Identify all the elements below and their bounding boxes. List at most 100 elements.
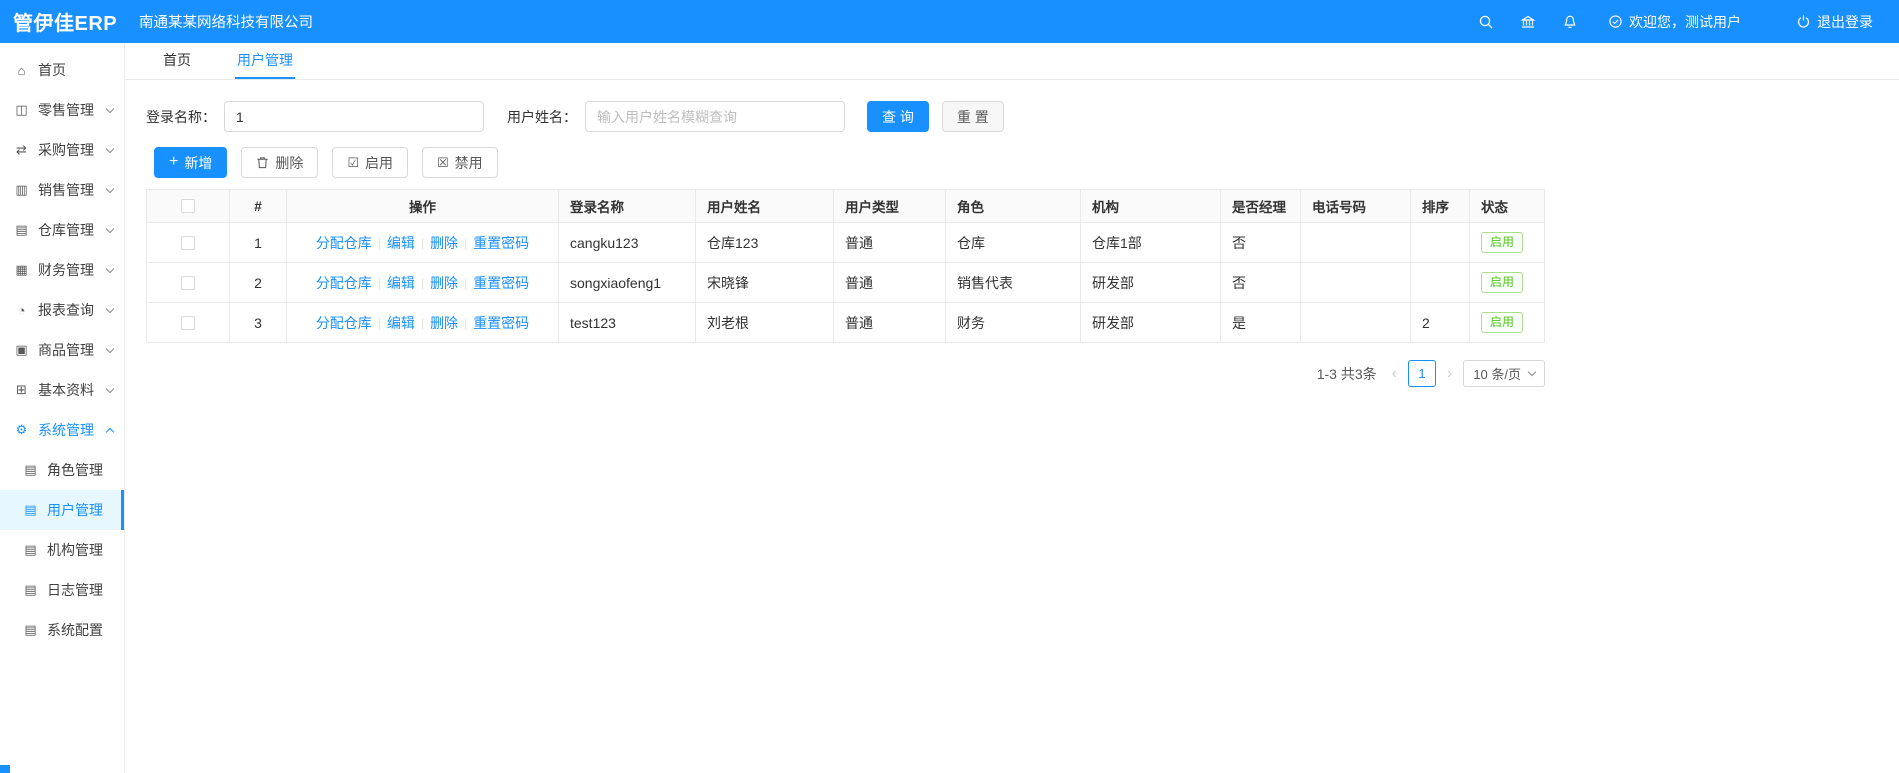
add-button[interactable]: + 新增 xyxy=(154,147,228,178)
chevron-down-icon xyxy=(105,344,115,354)
select-all-checkbox[interactable] xyxy=(181,199,195,213)
sidebar-item-system-config[interactable]: ▤ 系统配置 xyxy=(0,610,124,650)
assign-warehouse-link[interactable]: 分配仓库 xyxy=(316,233,372,253)
logout-button[interactable]: 退出登录 xyxy=(1796,12,1873,32)
edit-link[interactable]: 编辑 xyxy=(387,273,415,293)
topbar-right: 欢迎您，测试用户 退出登录 xyxy=(1452,12,1873,32)
sidebar-item-purchase[interactable]: ⇄ 采购管理 xyxy=(0,130,124,170)
login-name-input[interactable] xyxy=(224,101,484,132)
delete-link[interactable]: 删除 xyxy=(430,313,458,333)
link-separator: | xyxy=(377,235,381,250)
gear-icon: ⚙ xyxy=(15,422,28,437)
topbar: 管伊佳ERP 南通某某网络科技有限公司 欢迎您，测试用户 退出登录 xyxy=(0,0,1899,43)
doc-icon: ▤ xyxy=(24,582,37,597)
plus-icon: + xyxy=(169,152,179,170)
col-header-user-type: 用户类型 xyxy=(834,190,946,222)
status-badge[interactable]: 启用 xyxy=(1481,271,1524,294)
main-area: 首页 用户管理 登录名称： 用户姓名： 查 询 重 置 + 新增 xyxy=(125,43,1899,773)
col-header-role: 角色 xyxy=(946,190,1081,222)
link-separator: | xyxy=(420,235,425,250)
reset-password-link[interactable]: 重置密码 xyxy=(473,233,529,253)
cell-sort xyxy=(1411,263,1470,302)
filter-row: 登录名称： 用户姓名： 查 询 重 置 xyxy=(146,101,1879,132)
tab-home[interactable]: 首页 xyxy=(161,43,193,79)
sidebar-item-reports[interactable]: ◔ 报表查询 xyxy=(0,290,124,330)
delete-link[interactable]: 删除 xyxy=(430,273,458,293)
logout-icon xyxy=(1796,14,1811,29)
chevron-down-icon xyxy=(105,384,115,394)
edit-link[interactable]: 编辑 xyxy=(387,233,415,253)
assign-warehouse-link[interactable]: 分配仓库 xyxy=(316,313,372,333)
sidebar-item-retail[interactable]: ◫ 零售管理 xyxy=(0,90,124,130)
sidebar-item-home[interactable]: ⌂ 首页 xyxy=(0,50,124,90)
assign-warehouse-link[interactable]: 分配仓库 xyxy=(316,273,372,293)
table-header-row: # 操作 登录名称 用户姓名 用户类型 角色 机构 是否经理 电话号码 排序 状… xyxy=(147,190,1544,223)
status-badge[interactable]: 启用 xyxy=(1481,311,1524,334)
cell-sort xyxy=(1411,223,1470,262)
link-separator: | xyxy=(464,275,468,290)
col-header-org: 机构 xyxy=(1081,190,1221,222)
sidebar-item-label: 仓库管理 xyxy=(38,222,94,238)
cell-phone xyxy=(1301,223,1411,262)
row-checkbox[interactable] xyxy=(181,235,195,250)
sidebar-item-basic-data[interactable]: ⊞ 基本资料 xyxy=(0,370,124,410)
bell-icon[interactable] xyxy=(1562,14,1578,30)
sidebar-item-label: 基本资料 xyxy=(38,382,94,398)
chevron-down-icon xyxy=(105,104,115,114)
tabbar: 首页 用户管理 xyxy=(125,43,1899,80)
welcome-user[interactable]: 欢迎您，测试用户 xyxy=(1608,12,1741,32)
delete-link[interactable]: 删除 xyxy=(430,233,458,253)
page-size-select[interactable]: 10 条/页 xyxy=(1463,360,1545,387)
sidebar-item-label: 销售管理 xyxy=(38,182,94,198)
reset-password-link[interactable]: 重置密码 xyxy=(473,313,529,333)
sidebar-item-user-management[interactable]: ▤ 用户管理 xyxy=(0,490,124,530)
cell-index: 1 xyxy=(230,223,287,262)
cell-user-type: 普通 xyxy=(834,223,946,262)
cell-user-name: 刘老根 xyxy=(696,303,834,342)
cell-user-type: 普通 xyxy=(834,263,946,302)
sidebar-item-log-management[interactable]: ▤ 日志管理 xyxy=(0,570,124,610)
prev-page-icon[interactable]: ‹ xyxy=(1390,365,1399,382)
col-header-actions: 操作 xyxy=(287,190,559,222)
sidebar-item-warehouse[interactable]: ▤ 仓库管理 xyxy=(0,210,124,250)
sidebar-item-sales[interactable]: ▥ 销售管理 xyxy=(0,170,124,210)
reset-button[interactable]: 重 置 xyxy=(941,101,1004,132)
sidebar-item-label: 角色管理 xyxy=(47,462,103,478)
disable-button[interactable]: ☒ 禁用 xyxy=(422,147,498,178)
sidebar-item-label: 商品管理 xyxy=(38,342,94,358)
warehouse-icon: ▤ xyxy=(15,222,28,237)
login-name-label: 登录名称： xyxy=(146,108,216,125)
cell-phone xyxy=(1301,303,1411,342)
trash-icon xyxy=(256,156,269,169)
next-page-icon[interactable]: › xyxy=(1445,365,1454,382)
bank-icon[interactable] xyxy=(1520,14,1536,30)
edit-link[interactable]: 编辑 xyxy=(387,313,415,333)
sidebar-item-label: 零售管理 xyxy=(38,102,94,118)
page-number-1[interactable]: 1 xyxy=(1407,360,1436,387)
cell-is-manager: 是 xyxy=(1221,303,1301,342)
check-square-icon: ☑ xyxy=(347,155,359,170)
sidebar-item-system[interactable]: ⚙ 系统管理 xyxy=(0,410,124,450)
app-logo[interactable]: 管伊佳ERP xyxy=(13,7,125,36)
user-name-input[interactable] xyxy=(585,101,845,132)
cell-sort: 2 xyxy=(1411,303,1470,342)
search-button[interactable]: 查 询 xyxy=(867,101,929,132)
sidebar-item-org-management[interactable]: ▤ 机构管理 xyxy=(0,530,124,570)
sidebar-item-goods[interactable]: ▣ 商品管理 xyxy=(0,330,124,370)
chevron-down-icon xyxy=(105,144,115,154)
sidebar-item-finance[interactable]: ▦ 财务管理 xyxy=(0,250,124,290)
col-header-is-manager: 是否经理 xyxy=(1221,190,1301,222)
reset-password-link[interactable]: 重置密码 xyxy=(473,273,529,293)
sidebar-item-role-management[interactable]: ▤ 角色管理 xyxy=(0,450,124,490)
status-badge[interactable]: 启用 xyxy=(1481,231,1524,254)
enable-button[interactable]: ☑ 启用 xyxy=(332,147,408,178)
delete-button[interactable]: 删除 xyxy=(241,147,319,178)
doc-icon: ▤ xyxy=(24,622,37,637)
cell-login-name: songxiaofeng1 xyxy=(559,263,696,302)
row-checkbox[interactable] xyxy=(181,315,195,330)
cell-actions: 分配仓库 | 编辑 | 删除 | 重置密码 xyxy=(287,263,559,302)
tab-user-management[interactable]: 用户管理 xyxy=(235,43,295,79)
search-icon[interactable] xyxy=(1478,14,1494,30)
doc-icon: ▤ xyxy=(24,542,37,557)
row-checkbox[interactable] xyxy=(181,275,195,290)
